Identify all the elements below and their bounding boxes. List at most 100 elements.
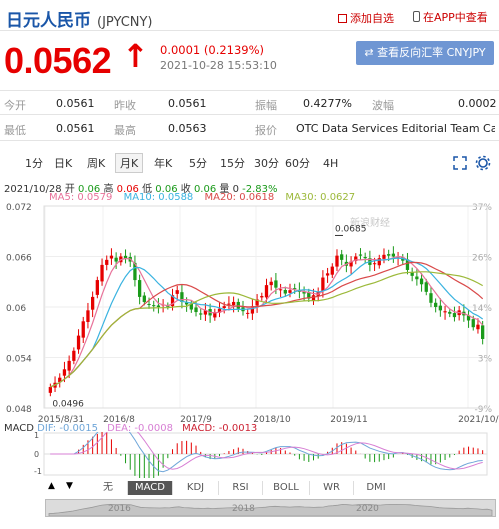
y-tick-label: 0.06 bbox=[6, 304, 26, 314]
indicator-boll[interactable]: BOLL bbox=[263, 481, 310, 495]
candle-body bbox=[86, 310, 90, 322]
x-tick-label: 2019/11 bbox=[330, 415, 367, 425]
tab-30min[interactable]: 30分 bbox=[254, 154, 279, 174]
low-value: 0.0561 bbox=[56, 122, 95, 135]
low-annotation: 0.0496 bbox=[52, 400, 84, 410]
prev-close-value: 0.0561 bbox=[168, 97, 207, 110]
candle-body bbox=[114, 257, 118, 262]
quote-source-value: OTC Data Services Editorial Team Calc... bbox=[296, 122, 495, 135]
tab-monthly[interactable]: 月K bbox=[115, 153, 144, 173]
fullscreen-icon[interactable] bbox=[453, 156, 467, 170]
y-pct-tick-label: 37% bbox=[472, 203, 492, 213]
open-label: 今开 bbox=[4, 99, 26, 112]
settings-icon[interactable] bbox=[475, 155, 491, 171]
x-tick-label: 2021/10/28 bbox=[458, 415, 499, 425]
candle-body bbox=[260, 296, 264, 298]
add-favorite-button[interactable]: 添加自选 bbox=[338, 10, 394, 26]
candle-body bbox=[227, 303, 231, 305]
candle-body bbox=[438, 305, 443, 311]
candle-body bbox=[48, 386, 52, 393]
y-pct-tick-label: 3% bbox=[478, 355, 493, 365]
candle-body bbox=[137, 280, 142, 297]
candle-body bbox=[382, 254, 386, 259]
candle-body bbox=[81, 321, 85, 338]
candle-body bbox=[194, 307, 198, 313]
phone-icon bbox=[413, 11, 420, 22]
candle-body bbox=[175, 290, 179, 294]
quote-source-label: 报价 bbox=[255, 124, 277, 137]
indicator-none[interactable]: 无 bbox=[89, 481, 128, 495]
dea-line bbox=[50, 432, 483, 470]
high-label: 最高 bbox=[114, 124, 136, 137]
open-value: 0.0561 bbox=[56, 97, 95, 110]
candle-body bbox=[391, 253, 396, 257]
reverse-rate-button[interactable]: ⇄ 查看反向汇率 CNYJPY bbox=[356, 41, 494, 65]
candle-body bbox=[90, 296, 95, 310]
candle-body bbox=[340, 254, 344, 260]
wave-label: 波幅 bbox=[372, 99, 394, 112]
macd-tick-label: 1 bbox=[34, 432, 39, 440]
candle-body bbox=[387, 254, 391, 256]
candle-body bbox=[448, 311, 452, 314]
candle-body bbox=[95, 280, 99, 295]
currency-pair-name: 日元人民币 bbox=[6, 11, 91, 31]
candle-body bbox=[311, 295, 316, 301]
open-in-app-button[interactable]: 在APP中查看 bbox=[413, 9, 488, 25]
indicator-rsi[interactable]: RSI bbox=[219, 481, 263, 495]
macd-tick-label: 0 bbox=[34, 450, 39, 459]
macd-chart[interactable]: 1 0 -1 bbox=[0, 432, 499, 478]
y-pct-tick-label: 26% bbox=[472, 254, 492, 264]
current-price: 0.0562 bbox=[4, 40, 112, 81]
candle-body bbox=[246, 312, 250, 314]
page-title: 日元人民币 (JPYCNY) bbox=[6, 6, 153, 31]
checkbox-icon bbox=[338, 14, 347, 23]
tab-60min[interactable]: 60分 bbox=[285, 154, 310, 174]
currency-code: (JPYCNY) bbox=[97, 15, 153, 30]
y-tick-label: 0.072 bbox=[6, 203, 32, 213]
scroll-up-button[interactable]: ▲ bbox=[48, 481, 55, 491]
indicator-kdj[interactable]: KDJ bbox=[173, 481, 219, 495]
divider bbox=[0, 90, 499, 91]
navigator-year: 2018 bbox=[232, 504, 255, 514]
y-tick-label: 0.048 bbox=[6, 405, 32, 415]
scroll-down-button[interactable]: ▼ bbox=[66, 481, 73, 491]
candle-body bbox=[67, 360, 71, 371]
candle-body bbox=[377, 258, 381, 266]
y-pct-tick-label: -9% bbox=[474, 405, 492, 415]
divider bbox=[0, 140, 499, 141]
candle-body bbox=[264, 285, 269, 298]
wave-value: 0.0002 bbox=[458, 97, 497, 110]
up-arrow-icon: ↑ bbox=[122, 37, 149, 75]
navigator-year: 2020 bbox=[356, 504, 379, 514]
tab-yearly[interactable]: 年K bbox=[154, 154, 172, 174]
candle-body bbox=[330, 266, 334, 275]
tab-4h[interactable]: 4H bbox=[323, 154, 338, 174]
candle-body bbox=[335, 255, 339, 267]
candle-body bbox=[76, 335, 81, 350]
macd-tick-label: -1 bbox=[34, 467, 42, 476]
y-tick-label: 0.054 bbox=[6, 355, 32, 365]
candle-body bbox=[481, 325, 485, 339]
candlestick-chart[interactable]: 0.072 37%0.066 26%0.06 14%0.054 3%0.048 -9%20… bbox=[0, 200, 499, 430]
tab-15min[interactable]: 15分 bbox=[220, 154, 245, 174]
candle-body bbox=[452, 313, 457, 318]
tab-5min[interactable]: 5分 bbox=[189, 154, 207, 174]
tab-weekly[interactable]: 周K bbox=[87, 154, 105, 174]
candle-body bbox=[269, 281, 273, 286]
tab-1min[interactable]: 1分 bbox=[25, 154, 43, 174]
add-favorite-label: 添加自选 bbox=[350, 12, 394, 25]
candle-body bbox=[100, 264, 104, 282]
prev-close-label: 昨收 bbox=[114, 99, 136, 112]
indicator-wr[interactable]: WR bbox=[310, 481, 354, 495]
candle-body bbox=[72, 350, 76, 361]
time-navigator[interactable]: 2016 2018 2020 bbox=[45, 499, 496, 517]
candle-body bbox=[147, 303, 151, 305]
amplitude-value: 0.4277% bbox=[303, 97, 352, 110]
tab-daily[interactable]: 日K bbox=[54, 154, 72, 174]
y-tick-label: 0.066 bbox=[6, 254, 32, 264]
indicator-dmi[interactable]: DMI bbox=[354, 481, 398, 495]
candle-body bbox=[199, 313, 203, 315]
candle-body bbox=[283, 289, 287, 294]
candle-body bbox=[109, 255, 114, 259]
indicator-macd[interactable]: MACD bbox=[128, 481, 173, 495]
